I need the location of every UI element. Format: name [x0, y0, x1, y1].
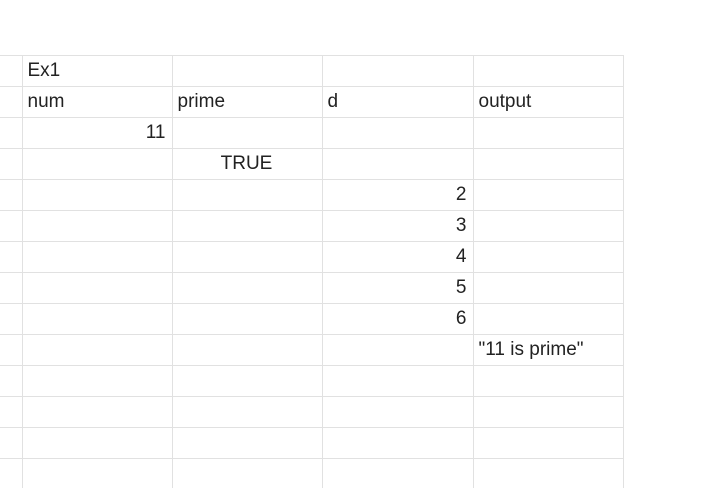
sheet-row — [0, 396, 624, 428]
cell-col-c-row-2[interactable]: d — [321, 86, 474, 118]
row-stub-cell — [0, 241, 23, 273]
row-stub-cell — [0, 334, 23, 366]
row-stub-cell — [0, 55, 23, 87]
row-stub-cell — [0, 272, 23, 304]
cell-col-c-row-11[interactable] — [321, 365, 474, 397]
cell-col-b-row-9[interactable] — [171, 303, 323, 335]
row-stub-cell — [0, 117, 23, 149]
cell-col-c-row-4[interactable] — [321, 148, 474, 180]
cell-col-d-row-9[interactable] — [472, 303, 624, 335]
cell-col-c-row-7[interactable]: 4 — [321, 241, 474, 273]
cell-rows: Ex1 num prime d output 11 TRUE 2 3 4 5 6 "11 is prim… — [0, 55, 624, 488]
cell-col-b-row-13[interactable] — [171, 427, 323, 459]
cell-col-d-row-7[interactable] — [472, 241, 624, 273]
cell-col-b-row-6[interactable] — [171, 210, 323, 242]
cell-col-a-row-4[interactable] — [21, 148, 173, 180]
cell-col-d-row-10[interactable]: "11 is prime" — [472, 334, 624, 366]
cell-col-b-row-14[interactable] — [171, 458, 323, 488]
row-stub-cell — [0, 427, 23, 459]
row-stub-cell — [0, 148, 23, 180]
sheet-row: Ex1 — [0, 55, 624, 87]
sheet-row: 2 — [0, 179, 624, 211]
sheet-row: num prime d output — [0, 86, 624, 118]
row-stub-cell — [0, 396, 23, 428]
row-stub-cell — [0, 303, 23, 335]
cell-table: Ex1 num prime d output 11 TRUE 2 3 4 5 6 "11 is prim… — [0, 55, 624, 488]
sheet-row — [0, 427, 624, 459]
row-stub-cell — [0, 458, 23, 488]
cell-col-c-row-10[interactable] — [321, 334, 474, 366]
cell-col-a-row-5[interactable] — [21, 179, 173, 211]
cell-col-d-row-6[interactable] — [472, 210, 624, 242]
cell-col-d-row-14[interactable] — [472, 458, 624, 488]
sheet-row: 11 — [0, 117, 624, 149]
cell-col-a-row-6[interactable] — [21, 210, 173, 242]
cell-col-d-row-13[interactable] — [472, 427, 624, 459]
cell-col-b-row-2[interactable]: prime — [171, 86, 323, 118]
cell-col-b-row-7[interactable] — [171, 241, 323, 273]
sheet-row: 4 — [0, 241, 624, 273]
sheet-row — [0, 365, 624, 397]
sheet-row: "11 is prime" — [0, 334, 624, 366]
cell-col-a-row-9[interactable] — [21, 303, 173, 335]
cell-col-b-row-11[interactable] — [171, 365, 323, 397]
cell-col-a-row-13[interactable] — [21, 427, 173, 459]
cell-col-c-row-1[interactable] — [321, 55, 474, 87]
cell-col-b-row-10[interactable] — [171, 334, 323, 366]
cell-col-a-row-8[interactable] — [21, 272, 173, 304]
row-stub-cell — [0, 365, 23, 397]
sheet-row — [0, 458, 624, 488]
cell-col-d-row-2[interactable]: output — [472, 86, 624, 118]
cell-col-d-row-11[interactable] — [472, 365, 624, 397]
cell-col-c-row-6[interactable]: 3 — [321, 210, 474, 242]
row-stub-cell — [0, 86, 23, 118]
spreadsheet-grid: Ex1 num prime d output 11 TRUE 2 3 4 5 6 "11 is prim… — [0, 55, 624, 488]
row-stub-cell — [0, 179, 23, 211]
cell-col-b-row-1[interactable] — [171, 55, 323, 87]
cell-col-c-row-9[interactable]: 6 — [321, 303, 474, 335]
cell-col-c-row-13[interactable] — [321, 427, 474, 459]
sheet-row: TRUE — [0, 148, 624, 180]
cell-col-b-row-5[interactable] — [171, 179, 323, 211]
cell-col-c-row-14[interactable] — [321, 458, 474, 488]
sheet-row: 3 — [0, 210, 624, 242]
cell-col-a-row-12[interactable] — [21, 396, 173, 428]
cell-col-c-row-12[interactable] — [321, 396, 474, 428]
cell-col-d-row-3[interactable] — [472, 117, 624, 149]
cell-col-a-row-7[interactable] — [21, 241, 173, 273]
cell-col-c-row-5[interactable]: 2 — [321, 179, 474, 211]
cell-col-d-row-4[interactable] — [472, 148, 624, 180]
cell-col-d-row-8[interactable] — [472, 272, 624, 304]
row-stub-cell — [0, 210, 23, 242]
cell-col-d-row-12[interactable] — [472, 396, 624, 428]
cell-col-c-row-8[interactable]: 5 — [321, 272, 474, 304]
cell-col-b-row-4[interactable]: TRUE — [171, 148, 323, 180]
cell-col-a-row-2[interactable]: num — [21, 86, 173, 118]
cell-col-b-row-3[interactable] — [171, 117, 323, 149]
cell-col-c-row-3[interactable] — [321, 117, 474, 149]
sheet-row: 5 — [0, 272, 624, 304]
cell-col-a-row-14[interactable] — [21, 458, 173, 488]
cell-col-a-row-3[interactable]: 11 — [21, 117, 173, 149]
cell-col-a-row-10[interactable] — [21, 334, 173, 366]
cell-col-a-row-1[interactable]: Ex1 — [21, 55, 173, 87]
cell-col-b-row-8[interactable] — [171, 272, 323, 304]
cell-col-b-row-12[interactable] — [171, 396, 323, 428]
cell-col-a-row-11[interactable] — [21, 365, 173, 397]
cell-col-d-row-1[interactable] — [472, 55, 624, 87]
sheet-row: 6 — [0, 303, 624, 335]
cell-col-d-row-5[interactable] — [472, 179, 624, 211]
